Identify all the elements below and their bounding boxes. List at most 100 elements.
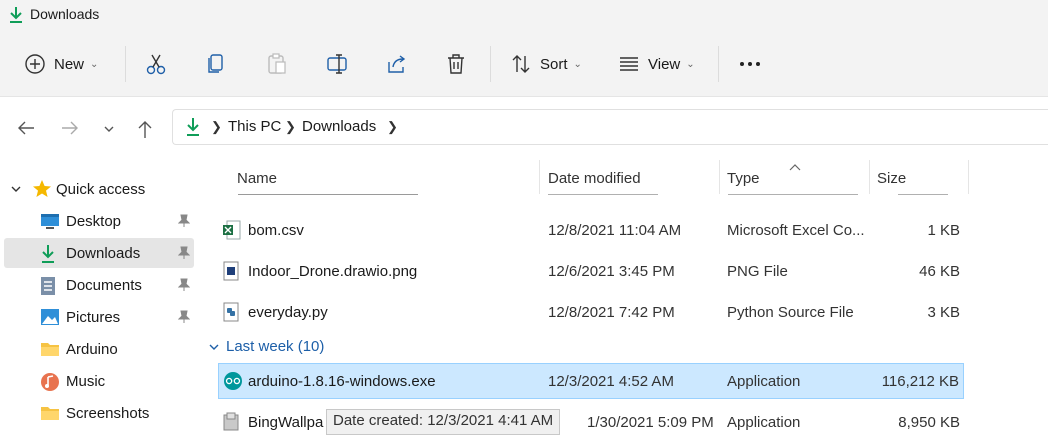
delete-button[interactable] <box>446 46 466 82</box>
file-name: bom.csv <box>248 222 304 239</box>
more-icon <box>738 53 762 75</box>
file-name: everyday.py <box>248 304 328 321</box>
sidebar-item-label: Music <box>66 373 106 390</box>
column-header-date-modified[interactable]: Date modified <box>540 160 720 194</box>
music-icon <box>40 372 60 395</box>
file-name: arduino-1.8.16-windows.exe <box>248 373 436 390</box>
file-type: Application <box>727 373 801 390</box>
sidebar-item-label: Screenshots <box>66 405 150 422</box>
download-icon <box>8 6 24 27</box>
sort-label: Sort <box>540 55 568 73</box>
desktop-icon <box>40 212 60 233</box>
sidebar-item-label: Pictures <box>66 309 121 326</box>
new-label: New <box>54 55 85 73</box>
sidebar-item-screenshots[interactable]: Screenshots <box>4 398 194 428</box>
file-size: 1 KB <box>927 222 960 239</box>
divider <box>718 46 719 82</box>
group-header-last-week[interactable]: Last week (10) <box>208 338 324 356</box>
chevron-down-icon: ⌄ <box>573 58 582 70</box>
view-label: View <box>648 55 681 73</box>
document-icon <box>40 276 56 299</box>
sidebar-item-label: Desktop <box>66 213 122 230</box>
file-name: Indoor_Drone.drawio.png <box>248 263 418 280</box>
file-size: 3 KB <box>927 304 960 321</box>
file-size: 46 KB <box>919 263 960 280</box>
recent-locations-button[interactable] <box>102 122 116 138</box>
chevron-right-icon: ❯ <box>211 119 222 134</box>
chevron-down-icon <box>208 339 220 356</box>
download-icon <box>40 244 56 267</box>
table-row-selected[interactable]: arduino-1.8.16-windows.exe 12/3/2021 4:5… <box>218 363 964 399</box>
sidebar-item-documents[interactable]: Documents <box>4 270 194 300</box>
table-row[interactable]: everyday.py 12/8/2021 7:42 PM Python Sou… <box>218 294 964 330</box>
file-type: Python Source File <box>727 304 854 321</box>
sidebar-item-downloads[interactable]: Downloads <box>4 238 194 268</box>
pin-icon[interactable] <box>177 246 191 263</box>
file-date: 12/3/2021 4:52 AM <box>548 373 674 390</box>
window-title: Downloads <box>30 6 100 22</box>
back-button[interactable] <box>16 119 36 140</box>
pin-icon[interactable] <box>177 278 191 295</box>
folder-icon <box>40 404 60 425</box>
copy-button[interactable] <box>206 46 226 82</box>
title-bar: Downloads <box>0 0 1048 32</box>
column-header-size[interactable]: Size <box>870 160 970 194</box>
plus-icon <box>24 53 46 75</box>
navigation-pane: Quick access Desktop Downloads Documents <box>0 160 200 434</box>
address-bar[interactable]: ❯ This PC ❯ Downloads ❯ <box>172 109 1048 145</box>
tooltip-date-created: Date created: 12/3/2021 4:41 AM <box>326 409 561 435</box>
sidebar-item-pictures[interactable]: Pictures <box>4 302 194 332</box>
view-icon <box>618 53 640 75</box>
sidebar-item-desktop[interactable]: Desktop <box>4 206 194 236</box>
chevron-right-icon: ❯ <box>285 119 296 134</box>
cut-button[interactable] <box>146 46 166 82</box>
sort-button[interactable]: Sort ⌄ <box>510 46 582 82</box>
file-size: 8,950 KB <box>898 414 960 431</box>
chevron-down-icon: ⌄ <box>686 58 695 70</box>
up-button[interactable] <box>136 119 154 142</box>
file-size: 116,212 KB <box>881 373 959 390</box>
installer-app-icon <box>222 412 240 435</box>
new-button[interactable]: New ⌄ <box>24 46 98 82</box>
breadcrumb-this-pc[interactable]: This PC <box>228 118 281 135</box>
python-file-icon <box>222 302 240 325</box>
sidebar-item-label: Downloads <box>66 245 141 262</box>
table-row-partial <box>218 194 964 200</box>
copy-icon <box>206 53 226 75</box>
command-bar: New ⌄ Sort ⌄ View ⌄ <box>0 32 1048 97</box>
rename-button[interactable] <box>326 46 348 82</box>
paste-button[interactable] <box>267 46 287 82</box>
file-list: Name Date modified Type Size bom.csv 12/… <box>200 160 1048 434</box>
chevron-down-icon: ⌄ <box>90 58 99 70</box>
share-button[interactable] <box>386 46 408 82</box>
file-date: 12/8/2021 11:04 AM <box>548 222 682 239</box>
more-options-button[interactable] <box>738 46 762 82</box>
share-icon <box>386 53 408 75</box>
file-date: 12/8/2021 7:42 PM <box>548 304 675 321</box>
excel-file-icon <box>222 220 242 243</box>
view-button[interactable]: View ⌄ <box>618 46 695 82</box>
delete-icon <box>446 53 466 75</box>
sidebar-item-label: Documents <box>66 277 142 294</box>
forward-button[interactable] <box>60 119 80 140</box>
breadcrumb-downloads[interactable]: Downloads <box>302 118 376 135</box>
divider <box>125 46 126 82</box>
column-header-name[interactable]: Name <box>230 160 540 194</box>
sidebar-item-quick-access[interactable]: Quick access <box>4 174 194 204</box>
file-date: 1/30/2021 5:09 PM <box>587 414 714 431</box>
column-header-type[interactable]: Type <box>720 160 870 194</box>
file-type: Microsoft Excel Co... <box>727 222 865 239</box>
rename-icon <box>326 53 348 75</box>
sidebar-item-label: Arduino <box>66 341 118 358</box>
table-row[interactable]: bom.csv 12/8/2021 11:04 AM Microsoft Exc… <box>218 212 964 248</box>
chevron-right-icon[interactable]: ❯ <box>387 119 398 135</box>
sidebar-item-label: Quick access <box>56 181 146 198</box>
pin-icon[interactable] <box>177 214 191 231</box>
arduino-app-icon <box>223 371 243 394</box>
pin-icon[interactable] <box>177 310 191 327</box>
sidebar-item-arduino[interactable]: Arduino <box>4 334 194 364</box>
chevron-down-icon[interactable] <box>10 182 22 198</box>
sidebar-item-music[interactable]: Music <box>4 366 194 396</box>
table-row[interactable]: Indoor_Drone.drawio.png 12/6/2021 3:45 P… <box>218 253 964 289</box>
column-divider[interactable] <box>968 160 969 194</box>
